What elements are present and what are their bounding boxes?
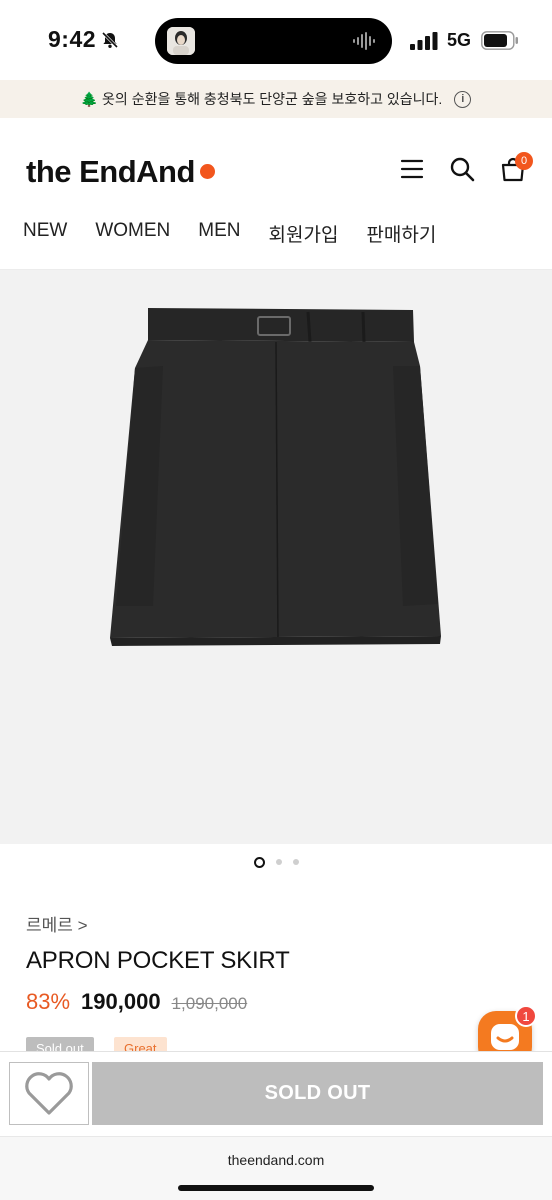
carousel-dot-2[interactable] — [275, 859, 282, 865]
heart-icon — [25, 1071, 73, 1115]
product-photo-skirt — [110, 308, 441, 646]
info-icon[interactable]: i — [454, 90, 472, 108]
site-header: the EndAnd 0 NEW WOMEN MEN 회원가입 판매하기 — [0, 118, 552, 270]
browser-address-bar: theendand.com — [0, 1136, 552, 1200]
nav-item-men[interactable]: MEN — [198, 220, 240, 247]
original-price: 1,090,000 — [171, 994, 248, 1013]
chat-unread-badge: 1 — [515, 1005, 537, 1027]
logo-text: the EndAnd — [26, 154, 195, 189]
bottom-action-bar: SOLD OUT — [0, 1051, 552, 1136]
search-icon[interactable] — [449, 156, 475, 182]
banner-text: 🌲 옷의 순환을 통해 충청북도 단양군 숲을 보호하고 있습니다. — [80, 91, 443, 107]
main-nav: NEW WOMEN MEN 회원가입 판매하기 — [23, 220, 436, 247]
status-time: 9:42 — [48, 26, 97, 52]
brand-link[interactable]: 르메르 > — [26, 911, 88, 936]
site-logo[interactable]: the EndAnd — [26, 154, 215, 190]
home-indicator[interactable] — [178, 1185, 374, 1191]
network-type: 5G — [447, 30, 472, 50]
carousel-dot-3[interactable] — [292, 859, 299, 865]
nav-item-women[interactable]: WOMEN — [95, 220, 170, 247]
signal-icon — [410, 32, 438, 50]
audio-wave-icon — [353, 32, 375, 50]
url-text[interactable]: theendand.com — [0, 1152, 552, 1168]
sold-out-button[interactable]: SOLD OUT — [92, 1062, 543, 1125]
dynamic-island[interactable] — [155, 18, 392, 64]
promo-banner[interactable]: 🌲 옷의 순환을 통해 충청북도 단양군 숲을 보호하고 있습니다. i — [0, 80, 552, 118]
discount-rate: 83% — [26, 989, 71, 1014]
wishlist-button[interactable] — [9, 1062, 89, 1125]
status-bar: 9:42 5G — [0, 0, 552, 80]
bell-slash-icon — [101, 31, 119, 49]
nav-item-signup[interactable]: 회원가입 — [269, 220, 339, 247]
nav-item-sell[interactable]: 판매하기 — [366, 220, 436, 247]
price-row: 83% 190,000 1,090,000 — [26, 989, 247, 1015]
menu-icon[interactable] — [399, 156, 425, 182]
nav-item-new[interactable]: NEW — [23, 220, 67, 247]
cart-count-badge: 0 — [515, 152, 533, 170]
carousel-dot-1[interactable] — [253, 856, 265, 868]
now-playing-thumbnail — [167, 27, 195, 55]
product-title: APRON POCKET SKIRT — [26, 947, 290, 974]
battery-icon — [481, 31, 518, 50]
sale-price: 190,000 — [81, 989, 161, 1014]
carousel-pagination — [0, 854, 552, 870]
product-image-carousel[interactable] — [0, 270, 552, 844]
logo-dot-icon — [199, 164, 215, 179]
